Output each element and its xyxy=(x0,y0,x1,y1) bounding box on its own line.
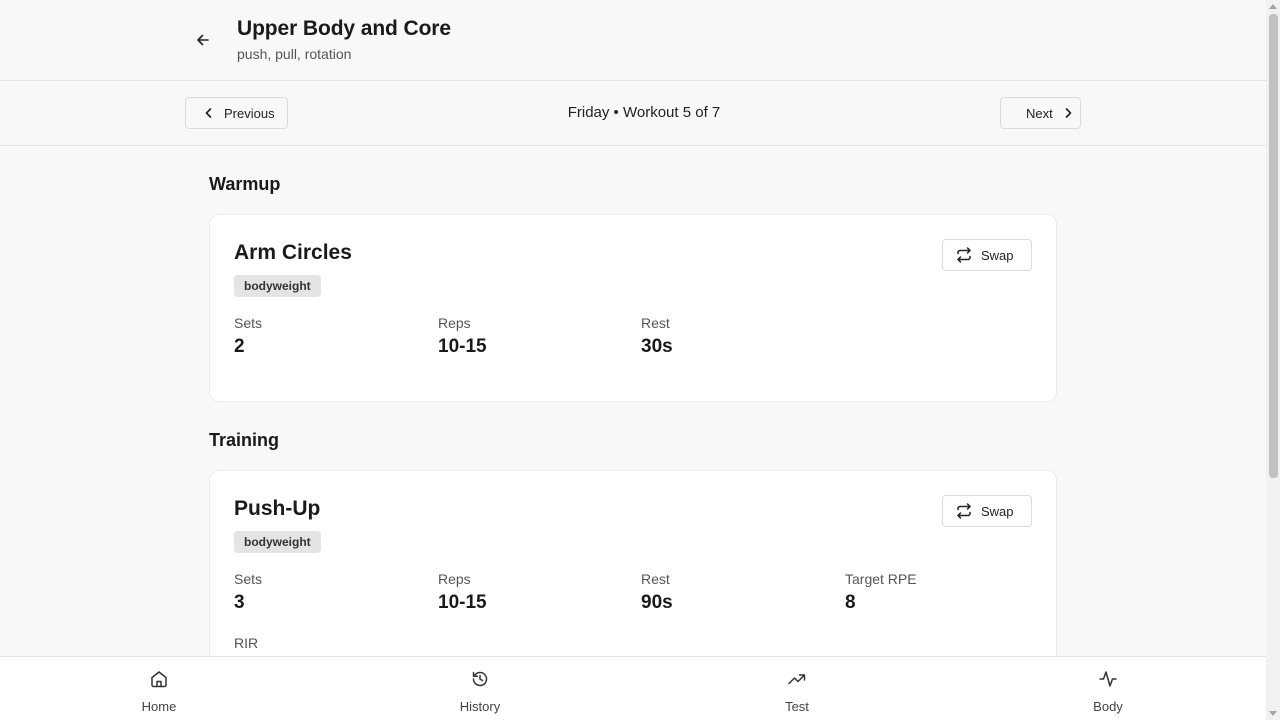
stat-rest: Rest 90s xyxy=(641,571,831,614)
bottom-nav: Home History Test Body xyxy=(0,656,1266,720)
vertical-scrollbar[interactable] xyxy=(1266,0,1280,720)
chevron-right-icon xyxy=(1065,108,1072,118)
swap-label: Swap xyxy=(981,503,1014,519)
stat-target-rpe: Target RPE 8 xyxy=(845,571,1035,614)
swap-label: Swap xyxy=(981,247,1014,263)
stat-sets: Sets 3 xyxy=(234,571,424,614)
swap-icon xyxy=(957,247,971,263)
stat-value: 10-15 xyxy=(438,336,487,357)
stat-label: Reps xyxy=(438,571,471,587)
section-title-training: Training xyxy=(209,430,280,450)
activity-icon xyxy=(1099,671,1117,687)
stat-rir: RIR xyxy=(234,635,424,656)
stat-label: Rest xyxy=(641,315,670,331)
bottom-nav-label: Body xyxy=(1093,699,1123,714)
stat-value: 2 xyxy=(234,336,245,357)
swap-button[interactable]: Swap xyxy=(942,239,1032,271)
scroll-up-arrow[interactable] xyxy=(1269,4,1277,9)
stat-sets: Sets 2 xyxy=(234,315,424,358)
arrow-left-icon xyxy=(197,34,209,46)
app: Upper Body and Core push, pull, rotation… xyxy=(0,0,1266,720)
stat-value: 30s xyxy=(641,336,673,357)
stat-reps: Reps 10-15 xyxy=(438,315,628,358)
swap-button[interactable]: Swap xyxy=(942,495,1032,527)
next-label: Next xyxy=(1026,105,1053,121)
exercise-name: Arm Circles xyxy=(234,241,352,264)
bottom-nav-test[interactable]: Test xyxy=(747,668,847,714)
exercise-card: Arm Circles bodyweight Swap Sets 2 Reps … xyxy=(209,214,1057,402)
stat-label: Reps xyxy=(438,315,471,331)
back-button[interactable] xyxy=(189,26,217,54)
stat-label: RIR xyxy=(234,635,259,651)
next-button[interactable]: Next xyxy=(1000,97,1081,129)
equipment-tag: bodyweight xyxy=(234,531,321,553)
stat-label: Sets xyxy=(234,571,263,587)
stat-value: 3 xyxy=(234,592,245,613)
stat-value: 8 xyxy=(845,592,856,613)
scrollbar-thumb[interactable] xyxy=(1269,14,1278,478)
trending-up-icon xyxy=(788,674,806,685)
workout-navbar: Previous Friday • Workout 5 of 7 Next xyxy=(0,81,1266,146)
stat-rest: Rest 30s xyxy=(641,315,831,358)
bottom-nav-home[interactable]: Home xyxy=(109,668,209,714)
bottom-nav-label: History xyxy=(459,699,501,714)
stat-label: Sets xyxy=(234,315,263,331)
stat-label: Target RPE xyxy=(845,571,917,587)
history-icon xyxy=(472,671,488,687)
stat-label: Rest xyxy=(641,571,670,587)
page-title: Upper Body and Core xyxy=(237,17,451,40)
bottom-nav-history[interactable]: History xyxy=(430,668,530,714)
home-icon xyxy=(151,671,167,688)
scroll-down-arrow[interactable] xyxy=(1269,711,1277,716)
stat-value: 90s xyxy=(641,592,673,613)
page-subtitle: push, pull, rotation xyxy=(237,46,352,62)
bottom-nav-body[interactable]: Body xyxy=(1058,668,1158,714)
bottom-nav-label: Test xyxy=(785,699,809,714)
swap-icon xyxy=(957,503,971,519)
page-header: Upper Body and Core push, pull, rotation xyxy=(0,0,1266,81)
equipment-tag: bodyweight xyxy=(234,275,321,297)
stat-value: 10-15 xyxy=(438,592,487,613)
section-title-warmup: Warmup xyxy=(209,174,281,194)
stat-reps: Reps 10-15 xyxy=(438,571,628,614)
workout-position: Friday • Workout 5 of 7 xyxy=(567,104,721,121)
bottom-nav-label: Home xyxy=(141,699,177,714)
exercise-name: Push-Up xyxy=(234,497,321,520)
